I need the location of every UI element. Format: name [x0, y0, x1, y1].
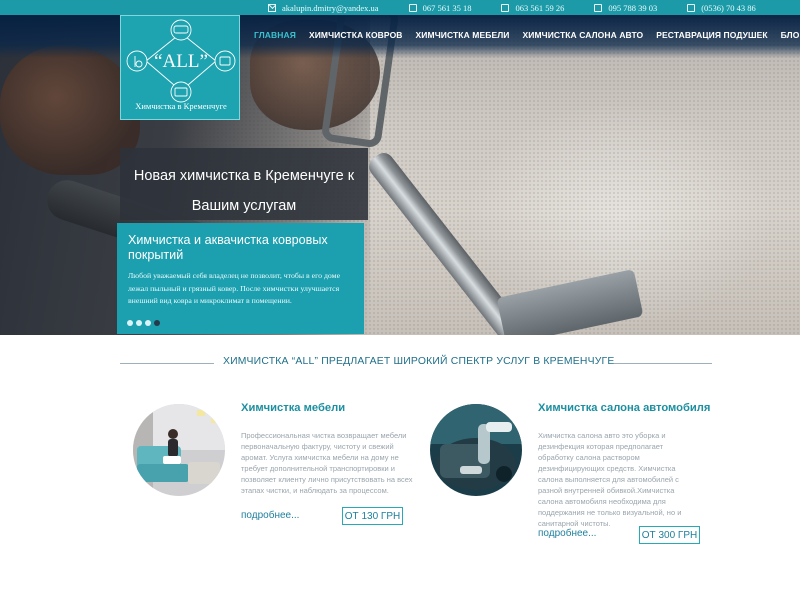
phone-text-2: 063 561 59 26 [515, 2, 565, 13]
nav-item-pillow-restoration[interactable]: РЕСТАВРАЦИЯ ПОДУШЕК [656, 30, 767, 40]
phone-text-1: 067 561 35 18 [422, 2, 472, 13]
nav-item-home[interactable]: ГЛАВНАЯ [254, 30, 296, 40]
slider-dot-1[interactable] [127, 320, 133, 326]
phone-contact-1[interactable]: 067 561 35 18 [408, 2, 472, 13]
furniture-service-image [133, 404, 225, 496]
nav-item-car-cleaning[interactable]: ХИМЧИСТКА САЛОНА АВТО [522, 30, 643, 40]
nav-item-blog[interactable]: БЛОГ [781, 30, 800, 40]
phone-icon [501, 3, 510, 12]
slider-dot-3[interactable] [145, 320, 151, 326]
car-service-image [430, 404, 522, 496]
phone-contact-4[interactable]: (0536) 70 43 86 [687, 3, 756, 13]
contacts: akalupin.dmitry@yandex.ua 067 561 35 18 … [268, 0, 786, 15]
service-more-link-car[interactable]: подробнее... [538, 528, 596, 539]
service-desc-furniture: Профессиональная чистка возвращает мебел… [241, 431, 413, 495]
section-title: ХИМЧИСТКА “ALL” ПРЕДЛАГАЕТ ШИРОКИЙ СПЕКТ… [223, 356, 615, 367]
service-title-car: Химчистка салона автомобиля [538, 402, 711, 414]
service-title-furniture: Химчистка мебели [241, 402, 346, 414]
phone-text-3: 095 788 39 03 [608, 2, 658, 13]
email-text: akalupin.dmitry@yandex.ua [282, 2, 379, 13]
section-divider-left [120, 363, 214, 364]
nav-item-carpet-cleaning[interactable]: ХИМЧИСТКА КОВРОВ [309, 30, 403, 40]
mail-icon [268, 3, 276, 12]
phone-contact-3[interactable]: 095 788 39 03 [594, 3, 657, 13]
section-divider-right [614, 363, 712, 364]
main-nav: ГЛАВНАЯ ХИМЧИСТКА КОВРОВ ХИМЧИСТКА МЕБЕЛ… [254, 30, 800, 40]
slide-heading: Химчистка и аквачистка ковровых покрытий [128, 233, 328, 262]
phone-contact-2[interactable]: 063 561 59 26 [501, 3, 564, 13]
site-logo[interactable]: “ALL” Химчистка в Кременчуге [120, 15, 240, 120]
slider-pagination [127, 320, 160, 326]
service-desc-car: Химчистка салона авто это уборка и дезин… [538, 431, 682, 528]
phone-icon [408, 3, 417, 12]
phone-icon [687, 3, 696, 12]
top-contact-bar: akalupin.dmitry@yandex.ua 067 561 35 18 … [0, 0, 800, 15]
service-more-link-furniture[interactable]: подробнее... [241, 510, 299, 521]
phone-text-4: (0536) 70 43 86 [701, 2, 756, 13]
hero-title: Новая химчистка в Кременчуге к Вашим усл… [120, 161, 368, 221]
hero-title-box: Новая химчистка в Кременчуге к Вашим усл… [120, 148, 368, 220]
logo-subtitle: Химчистка в Кременчуге [135, 101, 227, 111]
slide-text: Любой уважаемый себя владелец не позволи… [128, 271, 341, 305]
service-price-car[interactable]: ОТ 300 ГРН [639, 526, 700, 544]
nav-item-furniture-cleaning[interactable]: ХИМЧИСТКА МЕБЕЛИ [416, 30, 510, 40]
phone-icon [594, 3, 603, 12]
logo-name: “ALL” [154, 51, 208, 72]
hero-title-line-1: Новая химчистка в Кременчуге к [133, 168, 355, 184]
slider-caption-box: Химчистка и аквачистка ковровых покрытий… [117, 223, 364, 334]
service-price-furniture[interactable]: ОТ 130 ГРН [342, 507, 403, 525]
slider-dot-4[interactable] [154, 320, 160, 326]
slider-dot-2[interactable] [136, 320, 142, 326]
email-contact[interactable]: akalupin.dmitry@yandex.ua [268, 3, 379, 13]
hero-title-line-2: Вашим услугам [191, 198, 297, 214]
